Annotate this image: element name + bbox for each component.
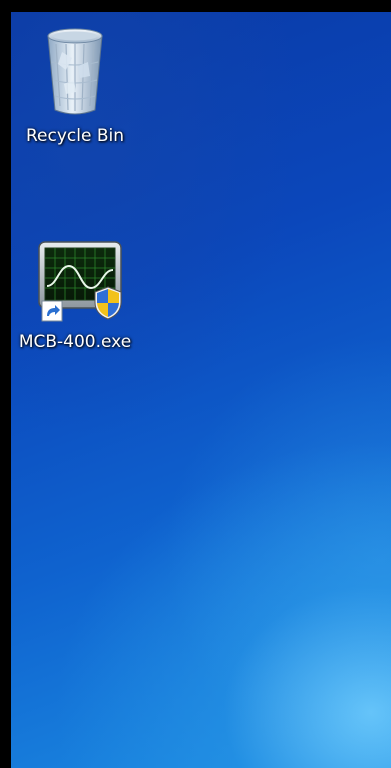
desktop-icon-recycle-bin[interactable]: Recycle Bin: [15, 22, 135, 146]
recycle-bin-label: Recycle Bin: [25, 126, 124, 146]
shortcut-arrow-icon: [41, 300, 63, 322]
uac-shield-icon: [94, 286, 122, 320]
mcb-400-label: MCB-400.exe: [18, 332, 132, 352]
screen-frame: Recycle Bin MCB-400.exe: [0, 0, 391, 768]
recycle-bin-icon: [47, 28, 103, 115]
desktop-icon-mcb-400[interactable]: MCB-400.exe: [15, 240, 135, 352]
desktop[interactable]: Recycle Bin MCB-400.exe: [11, 12, 391, 768]
